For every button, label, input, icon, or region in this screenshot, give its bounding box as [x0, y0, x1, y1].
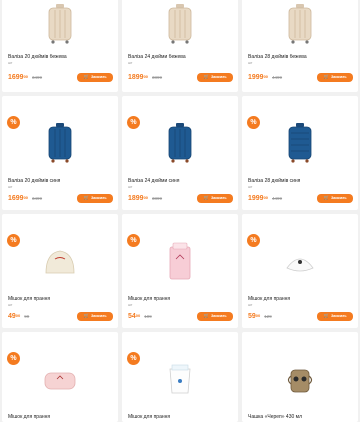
order-button[interactable]: 🛒 Заказать — [77, 311, 113, 321]
product-title[interactable]: Чашка «Череп» 430 мл — [248, 414, 354, 420]
price: 169900 — [8, 194, 29, 202]
product-title[interactable]: Валіза 28 дюймів бежева — [248, 54, 354, 60]
old-price: 3499 — [32, 195, 43, 201]
product-card[interactable]: Валіза 28 дюймів бежева шт 199900 4499 🛒 З… — [242, 0, 358, 92]
cart-icon: 🛒 — [323, 313, 330, 318]
price: 199900 — [248, 73, 269, 81]
price: 169900 — [8, 73, 29, 81]
product-card[interactable]: % Мішок для прання — [2, 332, 118, 422]
order-button[interactable]: 🛒 Заказать — [197, 193, 233, 203]
order-button[interactable]: 🛒 Заказать — [317, 193, 353, 203]
product-title[interactable]: Мішок для прання — [8, 414, 114, 420]
old-price: 129 — [264, 313, 272, 319]
product-grid: Валіза 20 дюймів бежева шт 169900 3499 🛒 З… — [0, 0, 360, 422]
product-card[interactable]: Чашка «Череп» 430 мл — [242, 332, 358, 422]
old-price: 4499 — [272, 195, 283, 201]
product-title[interactable]: Валіза 20 дюймів синя — [8, 178, 114, 184]
product-title[interactable]: Валіза 20 дюймів бежева — [8, 54, 114, 60]
cart-icon: 🛒 — [203, 74, 210, 79]
suitcase-blue-image — [122, 114, 238, 172]
unit-label: шт — [128, 303, 133, 307]
unit-label: шт — [248, 303, 253, 307]
order-button[interactable]: 🛒 Заказать — [317, 311, 353, 321]
old-price: 3899 — [152, 74, 163, 80]
price: 5900 — [248, 312, 261, 320]
laundry-bag-white-image — [242, 234, 358, 290]
price: 189900 — [128, 194, 149, 202]
product-title[interactable]: Мішок для прання — [128, 414, 234, 420]
suitcase-beige-image — [242, 0, 358, 50]
order-button[interactable]: 🛒 Заказать — [317, 72, 353, 82]
suitcase-beige-image — [2, 0, 118, 50]
product-card[interactable]: Валіза 20 дюймів бежева шт 169900 3499 🛒 З… — [2, 0, 118, 92]
old-price: 4499 — [272, 74, 283, 80]
product-card[interactable]: % Валіза 28 дюймів синя шт 199900 4499 🛒 З… — [242, 96, 358, 210]
product-card[interactable]: % Мішок для прання шт 5900 129 🛒 Заказать — [242, 214, 358, 328]
cart-icon: 🛒 — [83, 74, 90, 79]
old-price: 109 — [144, 313, 152, 319]
price: 189900 — [128, 73, 149, 81]
product-title[interactable]: Валіза 24 дюйми бежева — [128, 54, 234, 60]
order-button[interactable]: 🛒 Заказать — [197, 72, 233, 82]
unit-label: шт — [8, 185, 13, 189]
unit-label: шт — [8, 61, 13, 65]
suitcase-blue-image — [2, 114, 118, 172]
cart-icon: 🛒 — [203, 195, 210, 200]
product-title[interactable]: Мішок для прання — [128, 296, 234, 302]
price: 5400 — [128, 312, 141, 320]
cart-icon: 🛒 — [323, 195, 330, 200]
unit-label: шт — [128, 61, 133, 65]
laundry-bag-image — [2, 234, 118, 290]
price: 199900 — [248, 194, 269, 202]
product-card[interactable]: % Мішок для прання шт 5400 109 🛒 Заказать — [122, 214, 238, 328]
suitcase-blue-image — [242, 114, 358, 172]
old-price: 3499 — [32, 74, 43, 80]
product-card[interactable]: Валіза 24 дюйми бежева шт 189900 3899 🛒 За… — [122, 0, 238, 92]
suitcase-beige-image — [122, 0, 238, 50]
product-title[interactable]: Мішок для прання — [248, 296, 354, 302]
cart-icon: 🛒 — [323, 74, 330, 79]
old-price: 99 — [24, 313, 30, 319]
old-price: 3899 — [152, 195, 163, 201]
unit-label: шт — [248, 61, 253, 65]
product-title[interactable]: Валіза 28 дюймів синя — [248, 178, 354, 184]
product-card[interactable]: % Мішок для прання — [122, 332, 238, 422]
order-button[interactable]: 🛒 Заказать — [197, 311, 233, 321]
price: 4900 — [8, 312, 21, 320]
cart-icon: 🛒 — [203, 313, 210, 318]
order-button[interactable]: 🛒 Заказать — [77, 72, 113, 82]
cart-icon: 🛒 — [83, 313, 90, 318]
unit-label: шт — [8, 303, 13, 307]
unit-label: шт — [248, 185, 253, 189]
product-title[interactable]: Валіза 24 дюйми синя — [128, 178, 234, 184]
product-card[interactable]: % Валіза 20 дюймів синя шт 169900 3499 🛒 З… — [2, 96, 118, 210]
cart-icon: 🛒 — [83, 195, 90, 200]
order-button[interactable]: 🛒 Заказать — [77, 193, 113, 203]
unit-label: шт — [128, 185, 133, 189]
product-title[interactable]: Мішок для прання — [8, 296, 114, 302]
product-card[interactable]: % Мішок для прання шт 4900 99 🛒 Заказать — [2, 214, 118, 328]
laundry-bag-pink-image — [122, 232, 238, 290]
product-card[interactable]: % Валіза 24 дюйми синя шт 189900 3899 🛒 За… — [122, 96, 238, 210]
